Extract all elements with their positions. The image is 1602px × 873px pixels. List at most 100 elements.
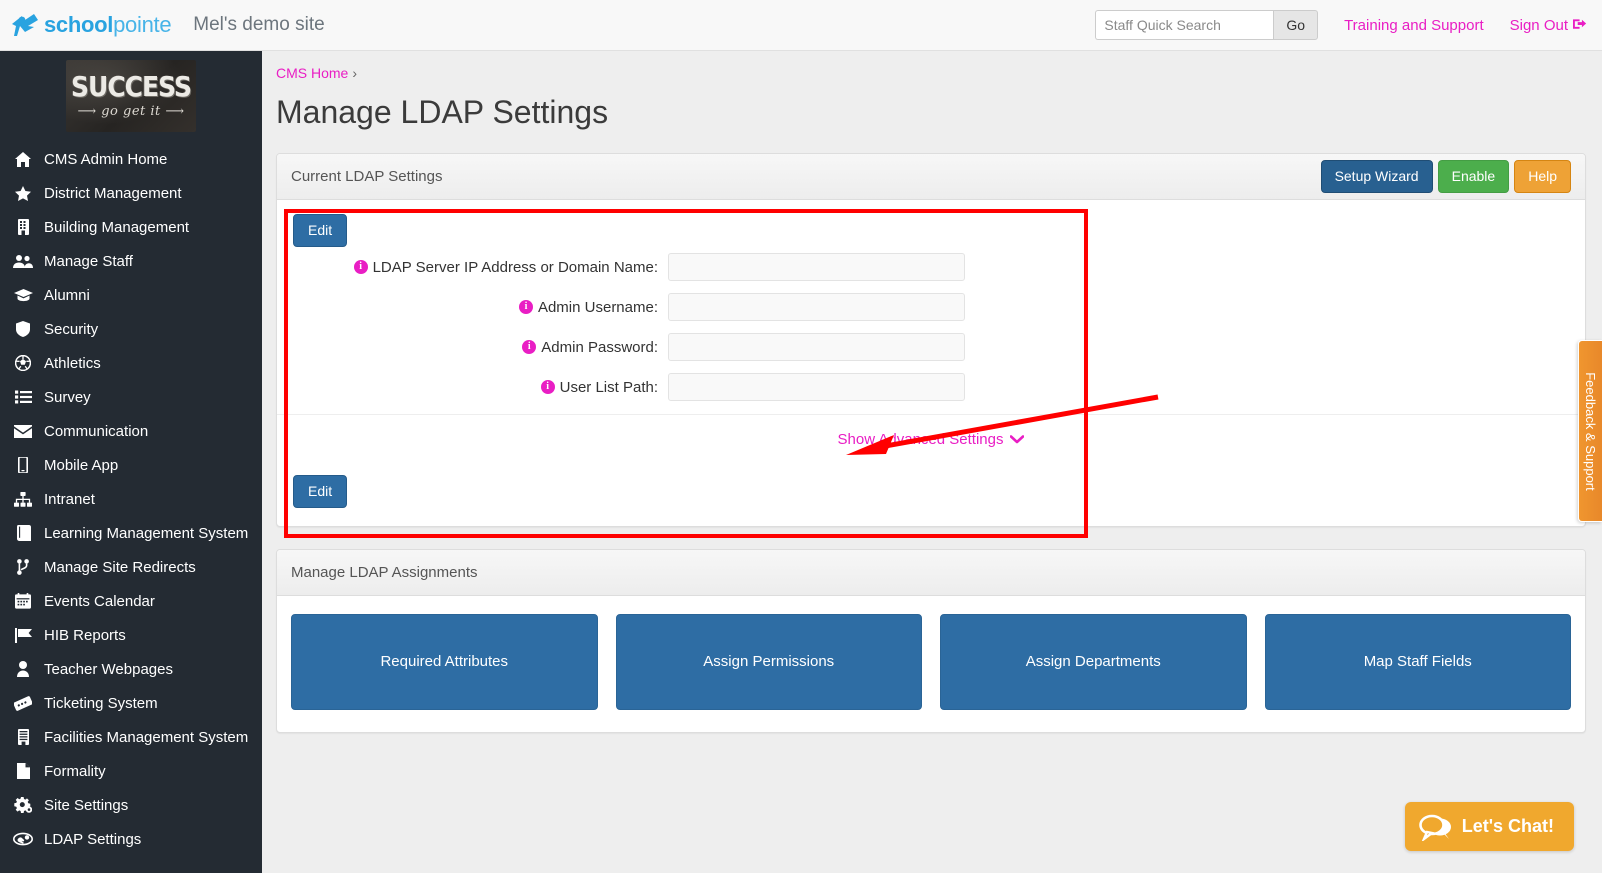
ldap-field-input[interactable] [668, 333, 965, 362]
sidebar-item-label: Ticketing System [44, 694, 158, 712]
sidebar-item-manage-staff[interactable]: Manage Staff [0, 244, 262, 278]
logo-success-text: SUCCESS [71, 69, 192, 103]
mobile-phone-icon [10, 457, 36, 473]
info-circle-icon[interactable]: i [540, 380, 555, 395]
top-header: schoolpointe Mel's demo site Go Training… [0, 0, 1602, 51]
ldap-field-label: i Admin Username: [293, 299, 668, 316]
info-circle-icon[interactable]: i [353, 260, 368, 275]
manage-ldap-assignments-panel: Manage LDAP Assignments Required Attribu… [276, 548, 1586, 733]
advanced-settings-row: Show Advanced Settings [277, 415, 1585, 475]
edit-button-bottom[interactable]: Edit [293, 475, 348, 508]
sidebar-item-cms-admin-home[interactable]: CMS Admin Home [0, 142, 262, 176]
sidebar-item-formality[interactable]: Formality [0, 754, 262, 788]
sidebar-nav: CMS Admin Home District Management Buildin… [0, 142, 262, 856]
sidebar-item-label: Alumni [44, 286, 90, 304]
sidebar-item-building-management[interactable]: Building Management [0, 210, 262, 244]
panel-title: Current LDAP Settings [291, 168, 443, 186]
training-and-support-link[interactable]: Training and Support [1344, 17, 1484, 34]
assignment-button-map-staff-fields[interactable]: Map Staff Fields [1264, 613, 1571, 710]
sidebar-item-security[interactable]: Security [0, 312, 262, 346]
ldap-field-label-text: User List Path: [559, 378, 658, 396]
sign-out-icon [1573, 17, 1588, 34]
sidebar-item-site-settings[interactable]: Site Settings [0, 788, 262, 822]
sitemap-icon [10, 491, 36, 507]
assignment-button-assign-departments[interactable]: Assign Departments [940, 613, 1247, 710]
sidebar: SUCCESS ⟶ go get it ⟶ CMS Admin Home Dist… [0, 51, 262, 873]
sidebar-item-label: Security [44, 320, 99, 338]
panel-action-buttons: Setup Wizard Enable Help [1320, 160, 1571, 194]
sidebar-item-label: Formality [44, 762, 106, 780]
lets-chat-widget[interactable]: Let's Chat! [1404, 802, 1574, 851]
sidebar-item-hib-reports[interactable]: HIB Reports [0, 618, 262, 652]
search-go-button[interactable]: Go [1273, 10, 1319, 40]
sidebar-item-label: Athletics [44, 354, 101, 372]
edit-button-top[interactable]: Edit [293, 214, 348, 248]
sidebar-item-label: LDAP Settings [44, 830, 142, 848]
ldap-field-row: i Admin Username: [293, 293, 1569, 322]
staff-quick-search: Go [1095, 10, 1319, 40]
edit-top-row: Edit [293, 214, 1569, 248]
search-input[interactable] [1095, 10, 1274, 40]
main-content: CMS Home › Manage LDAP Settings Current L… [262, 51, 1602, 873]
sidebar-item-events-calendar[interactable]: Events Calendar [0, 584, 262, 618]
sign-out-link[interactable]: Sign Out [1510, 17, 1588, 34]
panel-body: Edit i LDAP Server IP Address or Domain N… [277, 200, 1585, 526]
sidebar-item-district-management[interactable]: District Management [0, 176, 262, 210]
ldap-field-label: i Admin Password: [293, 339, 668, 356]
graduation-cap-icon [10, 288, 36, 302]
brand-light: pointe [113, 12, 172, 37]
current-ldap-settings-panel: Current LDAP Settings Setup Wizard Enabl… [276, 153, 1586, 527]
book-icon [10, 525, 36, 541]
users-icon [10, 254, 36, 268]
show-advanced-settings-link[interactable]: Show Advanced Settings [838, 431, 1025, 448]
ticket-icon [10, 695, 36, 711]
sidebar-item-mobile-app[interactable]: Mobile App [0, 448, 262, 482]
sidebar-item-athletics[interactable]: Athletics [0, 346, 262, 380]
info-circle-icon[interactable]: i [522, 340, 537, 355]
sidebar-item-manage-site-redirects[interactable]: Manage Site Redirects [0, 550, 262, 584]
building-list-icon [10, 729, 36, 745]
sidebar-item-alumni[interactable]: Alumni [0, 278, 262, 312]
ldap-field-input[interactable] [668, 373, 965, 402]
sidebar-item-ticketing-system[interactable]: Ticketing System [0, 686, 262, 720]
gears-icon [10, 797, 36, 813]
chevron-down-icon [1010, 432, 1025, 447]
handshake-icon [10, 832, 36, 846]
ldap-field-input[interactable] [668, 293, 965, 322]
sidebar-item-teacher-webpages[interactable]: Teacher Webpages [0, 652, 262, 686]
setup-wizard-button[interactable]: Setup Wizard [1320, 160, 1433, 194]
sidebar-item-communication[interactable]: Communication [0, 414, 262, 448]
ldap-field-input[interactable] [668, 253, 965, 282]
sidebar-item-label: District Management [44, 184, 182, 202]
header-right-group: Go Training and Support Sign Out [1095, 10, 1588, 40]
assignment-button-assign-permissions[interactable]: Assign Permissions [615, 613, 922, 710]
sidebar-item-label: Site Settings [44, 796, 129, 814]
sidebar-item-learning-management-system[interactable]: Learning Management System [0, 516, 262, 550]
info-circle-icon[interactable]: i [518, 300, 533, 315]
sidebar-item-survey[interactable]: Survey [0, 380, 262, 414]
brand-logo-group[interactable]: schoolpointe [8, 10, 172, 40]
ldap-field-rows: i LDAP Server IP Address or Domain Name: i… [293, 253, 1569, 402]
sidebar-item-label: Survey [44, 388, 91, 406]
help-button[interactable]: Help [1514, 160, 1571, 194]
edit-bottom-row: Edit [277, 475, 1585, 526]
sidebar-item-label: Teacher Webpages [44, 660, 173, 678]
breadcrumb-cms-home[interactable]: CMS Home [276, 65, 348, 81]
assignments-panel-heading: Manage LDAP Assignments [277, 549, 1585, 596]
page-title: Manage LDAP Settings [276, 94, 609, 130]
assignment-button-required-attributes[interactable]: Required Attributes [291, 613, 598, 710]
sidebar-item-facilities-management-system[interactable]: Facilities Management System [0, 720, 262, 754]
sidebar-item-label: Mobile App [44, 456, 119, 474]
training-and-support-label: Training and Support [1344, 16, 1484, 34]
enable-button[interactable]: Enable [1437, 160, 1510, 194]
sidebar-item-label: Learning Management System [44, 524, 249, 542]
sidebar-item-label: Building Management [44, 218, 190, 236]
feedback-and-support-tab[interactable]: Feedback & Support [1578, 340, 1602, 522]
star-icon [10, 185, 36, 201]
sidebar-item-intranet[interactable]: Intranet [0, 482, 262, 516]
sidebar-item-ldap-settings[interactable]: LDAP Settings [0, 822, 262, 856]
lets-chat-label: Let's Chat! [1461, 816, 1554, 836]
ldap-field-row: i LDAP Server IP Address or Domain Name: [293, 253, 1569, 282]
user-icon [10, 661, 36, 677]
file-icon [10, 763, 36, 779]
